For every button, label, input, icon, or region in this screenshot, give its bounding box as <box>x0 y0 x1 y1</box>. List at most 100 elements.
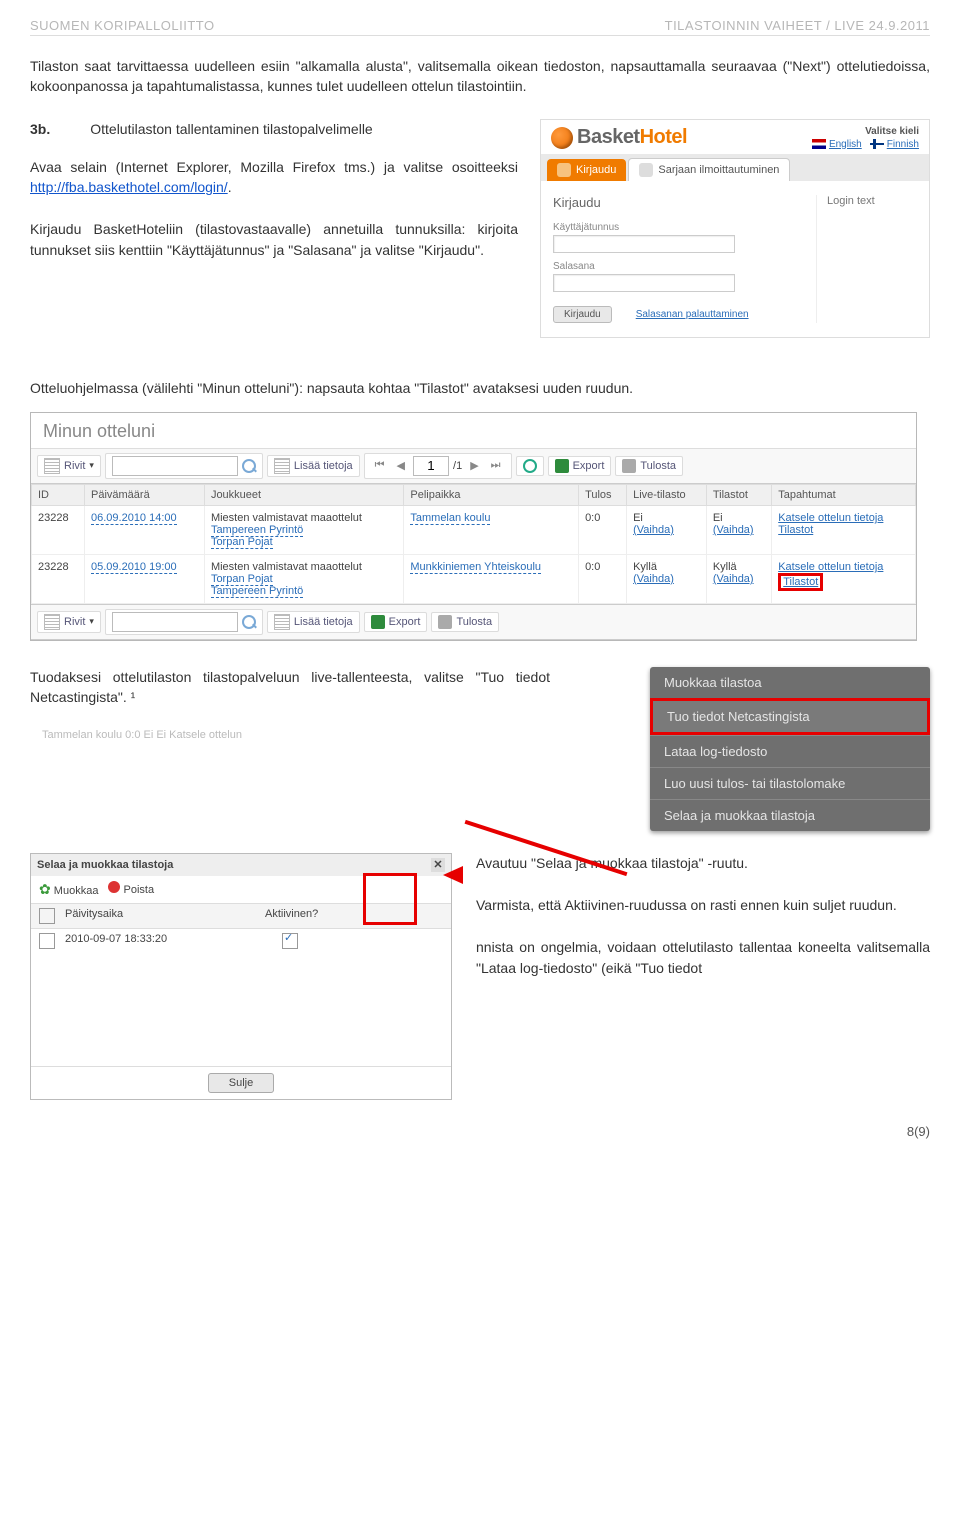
grid-icon <box>44 614 60 630</box>
sulje-button[interactable]: Sulje <box>208 1073 274 1093</box>
search-group <box>105 453 263 479</box>
lock-icon <box>557 163 571 177</box>
cm-lataa-log[interactable]: Lataa log-tiedosto <box>650 735 930 767</box>
avautuu-text: Avautuu "Selaa ja muokkaa tilastoja" -ru… <box>476 853 930 873</box>
page-input[interactable] <box>413 456 449 476</box>
toolbar-top: Rivit▾ Lisää tietoja ⏮ ◀ /1 ▶ ⏭ Export T… <box>31 449 916 484</box>
print-icon <box>438 615 452 629</box>
vaihda-link[interactable]: (Vaihda) <box>713 573 754 585</box>
search-icon[interactable] <box>242 459 256 473</box>
active-checkbox[interactable] <box>282 933 298 949</box>
context-menu: Muokkaa tilastoa Tuo tiedot Netcastingis… <box>650 667 930 831</box>
import-instruction: Tuodaksesi ottelutilaston tilastopalvelu… <box>30 667 550 708</box>
flag-en-icon <box>812 139 826 149</box>
col-aktiivinen: Aktiivinen? <box>265 908 318 924</box>
refresh-icon <box>523 459 537 473</box>
cm-selaa-muokkaa[interactable]: Selaa ja muokkaa tilastoja <box>650 799 930 831</box>
next-page-button[interactable]: ▶ <box>466 459 482 472</box>
team-link[interactable]: Torpan Pojat <box>211 536 273 549</box>
intro-paragraph: Tilaston saat tarvittaessa uudelleen esi… <box>30 56 930 97</box>
vaihda-link[interactable]: (Vaihda) <box>633 524 674 536</box>
lang-finnish[interactable]: Finnish <box>870 139 919 150</box>
refresh-button[interactable] <box>516 456 544 476</box>
kirjaudu-paragraph: Kirjaudu BasketHoteliin (tilastovastaava… <box>30 219 518 260</box>
team-link[interactable]: Tampereen Pyrintö <box>211 524 303 537</box>
baskethotel-screenshot: BasketHotel Valitse kieli English Finnis… <box>540 119 930 338</box>
header-right: TILASTOINNIN VAIHEET / LIVE 24.9.2011 <box>665 18 930 33</box>
search-icon[interactable] <box>242 615 256 629</box>
row-time: 2010-09-07 18:33:20 <box>65 933 265 952</box>
rivit-dropdown[interactable]: Rivit▾ <box>37 455 101 477</box>
print-icon <box>622 459 636 473</box>
login-text-aside: Login text <box>816 195 917 323</box>
cm-muokkaa-tilastoa[interactable]: Muokkaa tilastoa <box>650 667 930 698</box>
cm-luo-uusi[interactable]: Luo uusi tulos- tai tilastolomake <box>650 767 930 799</box>
date-link[interactable]: 05.09.2010 19:00 <box>91 561 177 574</box>
export-button[interactable]: Export <box>548 456 612 476</box>
toolbar-bottom: Rivit▾ Lisää tietoja Export Tulosta <box>31 604 916 640</box>
first-page-button[interactable]: ⏮ <box>371 459 389 472</box>
ghost-background-row: Tammelan koulu 0:0 Ei Ei Katsele ottelun <box>30 729 620 741</box>
minun-otteluni-panel: Minun otteluni Rivit▾ Lisää tietoja ⏮ ◀ … <box>30 412 917 641</box>
cm-tuo-netcasting[interactable]: Tuo tiedot Netcastingista <box>650 698 930 735</box>
team-link[interactable]: Tampereen Pyrintö <box>211 585 303 598</box>
login-button[interactable]: Kirjaudu <box>553 306 612 323</box>
row-checkbox[interactable] <box>39 933 55 949</box>
avaa-selain-paragraph: Avaa selain (Internet Explorer, Mozilla … <box>30 157 518 198</box>
flag-fi-icon <box>870 139 884 149</box>
vaihda-link[interactable]: (Vaihda) <box>713 524 754 536</box>
baskethotel-login-link[interactable]: http://fba.baskethotel.com/login/ <box>30 179 228 195</box>
search-input[interactable] <box>112 612 238 632</box>
tilastot-link[interactable]: Tilastot <box>778 524 813 536</box>
last-page-button[interactable]: ⏭ <box>487 459 505 472</box>
input-password[interactable] <box>553 274 735 292</box>
lisaa-tietoja-button[interactable]: Lisää tietoja <box>267 611 360 633</box>
list-icon <box>274 614 290 630</box>
venue-link[interactable]: Munkkiniemen Yhteiskoulu <box>410 561 541 574</box>
pager: ⏮ ◀ /1 ▶ ⏭ <box>364 453 512 479</box>
event-details-link[interactable]: Katsele ottelun tietoja <box>778 561 883 573</box>
password-recovery-link[interactable]: Salasanan palauttaminen <box>636 309 749 320</box>
table-row: 23228 06.09.2010 14:00 Miesten valmistav… <box>32 505 916 554</box>
col-paivitysaika: Päivitysaika <box>65 908 265 924</box>
language-title: Valitse kieli <box>812 126 919 137</box>
grid-icon <box>44 458 60 474</box>
print-button[interactable]: Tulosta <box>431 612 499 632</box>
muokkaa-button[interactable]: ✿ Muokkaa <box>39 881 98 898</box>
event-details-link[interactable]: Katsele ottelun tietoja <box>778 512 883 524</box>
date-link[interactable]: 06.09.2010 14:00 <box>91 512 177 525</box>
search-input[interactable] <box>112 456 238 476</box>
label-username: Käyttäjätunnus <box>553 222 802 233</box>
aktiivinen-highlight <box>363 873 417 925</box>
export-button[interactable]: Export <box>364 612 428 632</box>
rivit-dropdown[interactable]: Rivit▾ <box>37 611 101 633</box>
panel-title: Minun otteluni <box>31 413 916 449</box>
input-username[interactable] <box>553 235 735 253</box>
gear-icon: ✿ <box>39 881 51 897</box>
lang-english[interactable]: English <box>812 139 862 150</box>
login-form-title: Kirjaudu <box>553 195 802 210</box>
document-header: SUOMEN KORIPALLOLIITTO TILASTOINNIN VAIH… <box>30 18 930 36</box>
browse-edit-dialog: Selaa ja muokkaa tilastoja ✕ ✿ Muokkaa P… <box>30 853 452 1100</box>
venue-link[interactable]: Tammelan koulu <box>410 512 490 525</box>
header-checkbox[interactable] <box>39 908 55 924</box>
print-button[interactable]: Tulosta <box>615 456 683 476</box>
team-link[interactable]: Torpan Pojat <box>211 573 273 586</box>
footnote-text: nnista on ongelmia, voidaan ottelutilast… <box>476 937 930 978</box>
lisaa-tietoja-button[interactable]: Lisää tietoja <box>267 455 360 477</box>
table-row: 23228 05.09.2010 19:00 Miesten valmistav… <box>32 554 916 603</box>
heading-3b: 3b. Ottelutilaston tallentaminen tilasto… <box>30 119 518 139</box>
poista-button[interactable]: Poista <box>108 881 154 898</box>
tilastot-link[interactable]: Tilastot <box>783 576 818 588</box>
delete-icon <box>108 881 120 893</box>
table-header-row: ID Päivämäärä Joukkueet Pelipaikka Tulos… <box>32 484 916 505</box>
varmista-text: Varmista, että Aktiivinen-ruudussa on ra… <box>476 895 930 915</box>
page-number: 8(9) <box>30 1124 930 1139</box>
tab-kirjaudu[interactable]: Kirjaudu <box>547 159 626 181</box>
list-icon <box>274 458 290 474</box>
excel-icon <box>555 459 569 473</box>
prev-page-button[interactable]: ◀ <box>393 459 409 472</box>
basketball-icon <box>551 127 573 149</box>
tab-sarjaan-ilmoittautuminen[interactable]: Sarjaan ilmoittautuminen <box>628 158 790 181</box>
vaihda-link[interactable]: (Vaihda) <box>633 573 674 585</box>
